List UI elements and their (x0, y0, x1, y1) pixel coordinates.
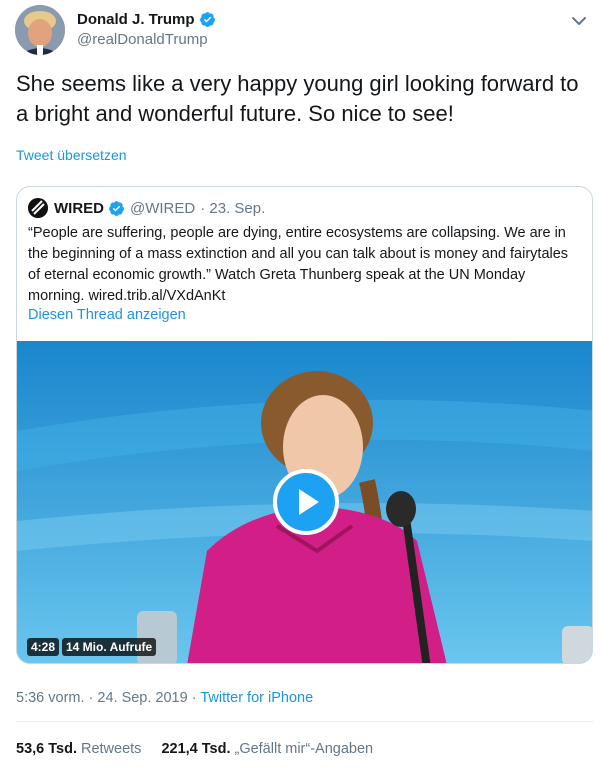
stats-row: 53,6 Tsd. Retweets 221,4 Tsd. „Gefällt mir… (16, 741, 373, 757)
retweets-count: 53,6 Tsd. (16, 741, 77, 757)
verified-badge-icon (199, 12, 215, 27)
verified-badge-icon (109, 200, 124, 216)
author-name[interactable]: Donald J. Trump (77, 11, 195, 28)
retweets-label: Retweets (80, 741, 142, 757)
play-button[interactable] (273, 469, 339, 535)
timestamp-row: 5:36 vorm. · 24. Sep. 2019 · Twitter for… (16, 690, 313, 706)
wired-logo-icon (28, 198, 48, 218)
retweets-stat[interactable]: 53,6 Tsd. Retweets (16, 741, 141, 757)
author-name-row[interactable]: Donald J. Trump (77, 11, 216, 28)
quoted-author-handle[interactable]: @WIRED (130, 200, 195, 217)
quoted-author-name[interactable]: WIRED (54, 200, 104, 217)
video-player[interactable]: 4:28 14 Mio. Aufrufe (17, 341, 592, 663)
video-views: 14 Mio. Aufrufe (62, 638, 157, 656)
divider (16, 721, 593, 722)
likes-count: 221,4 Tsd. (161, 741, 231, 757)
show-thread-link[interactable]: Diesen Thread anzeigen (28, 307, 186, 323)
translate-tweet-link[interactable]: Tweet übersetzen (16, 147, 127, 163)
author-handle[interactable]: @realDonaldTrump (77, 31, 208, 48)
play-icon (299, 489, 319, 515)
quoted-tweet-header: WIRED @WIRED · 23. Sep. (28, 198, 265, 218)
timestamp[interactable]: 5:36 vorm. · 24. Sep. 2019 · (16, 690, 197, 706)
quoted-tweet-card[interactable]: WIRED @WIRED · 23. Sep. “People are suff… (16, 186, 593, 664)
likes-label: „Gefällt mir“-Angaben (234, 741, 374, 757)
tweet-header: Donald J. Trump @realDonaldTrump (0, 0, 603, 62)
chevron-down-icon[interactable] (569, 11, 589, 31)
avatar-image (15, 5, 65, 55)
tweet-source[interactable]: Twitter for iPhone (200, 690, 313, 706)
quoted-date: · 23. Sep. (200, 199, 266, 217)
quoted-tweet-text: “People are suffering, people are dying,… (28, 225, 569, 304)
video-duration: 4:28 (27, 638, 60, 656)
likes-stat[interactable]: 221,4 Tsd. „Gefällt mir“-Angaben (161, 741, 373, 757)
avatar[interactable] (15, 5, 65, 55)
wired-logo-avatar (28, 198, 48, 218)
tweet-text: She seems like a very happy young girl l… (16, 71, 579, 126)
